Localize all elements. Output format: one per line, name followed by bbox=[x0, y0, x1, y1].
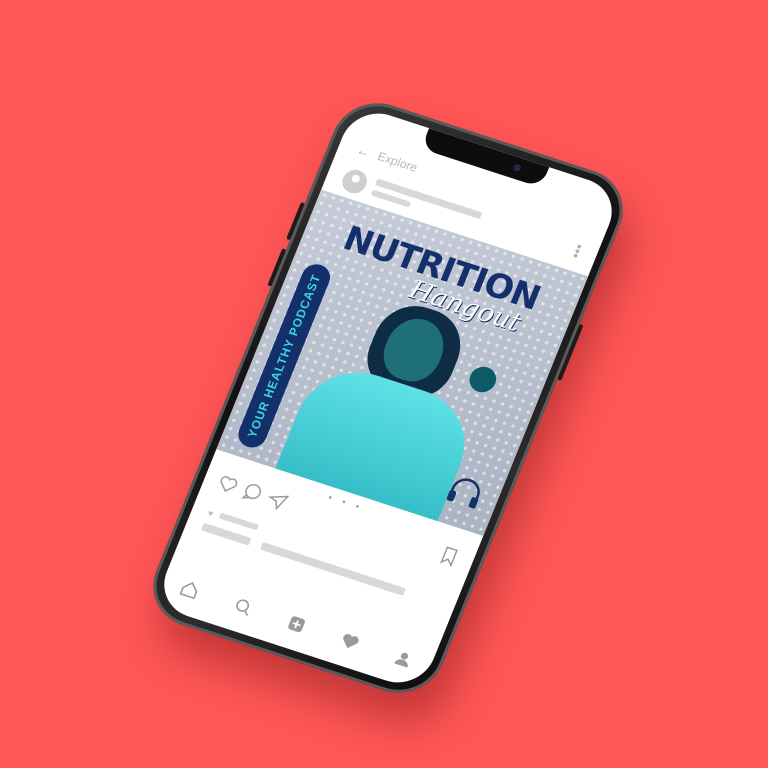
heart-icon[interactable] bbox=[337, 629, 364, 654]
bookmark-icon[interactable] bbox=[436, 544, 463, 569]
stage: ← Explore ••• YOUR HEALTHY PODCAST NUTRI… bbox=[0, 0, 768, 768]
search-icon[interactable] bbox=[230, 595, 257, 620]
share-icon[interactable] bbox=[264, 488, 291, 513]
heart-icon: ♥ bbox=[206, 507, 215, 519]
avatar[interactable] bbox=[338, 166, 371, 197]
phone-screen: ← Explore ••• YOUR HEALTHY PODCAST NUTRI… bbox=[153, 104, 623, 692]
comment-icon[interactable] bbox=[239, 480, 266, 505]
add-icon[interactable] bbox=[283, 612, 310, 637]
heart-icon[interactable] bbox=[215, 472, 242, 497]
back-label[interactable]: Explore bbox=[375, 149, 419, 175]
camera-icon bbox=[512, 163, 522, 173]
likes-placeholder bbox=[218, 512, 260, 531]
profile-icon[interactable] bbox=[390, 647, 417, 672]
phone-mockup: ← Explore ••• YOUR HEALTHY PODCAST NUTRI… bbox=[140, 91, 636, 705]
back-arrow-icon[interactable]: ← bbox=[354, 141, 373, 160]
home-icon[interactable] bbox=[177, 577, 204, 602]
more-icon[interactable]: ••• bbox=[567, 242, 588, 261]
apple bbox=[465, 363, 501, 396]
